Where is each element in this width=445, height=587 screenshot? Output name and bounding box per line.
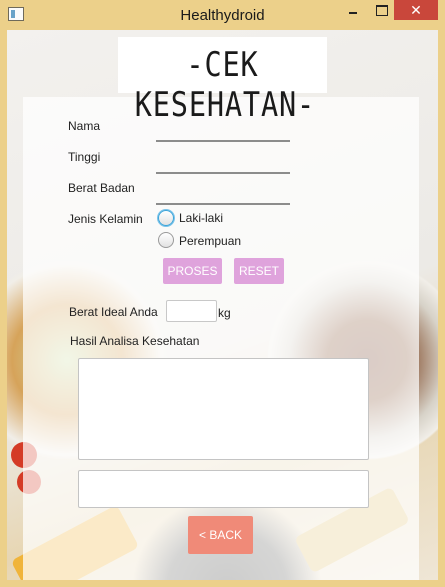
radio-laki-laki[interactable] — [158, 210, 174, 226]
tinggi-label: Tinggi — [68, 150, 101, 164]
minimize-icon[interactable] — [340, 0, 366, 20]
proses-button[interactable]: PROSES — [163, 258, 222, 284]
close-icon[interactable]: ✕ — [394, 0, 438, 20]
tinggi-input[interactable] — [156, 154, 290, 174]
nama-input[interactable] — [156, 122, 290, 142]
hasil-analisa-field[interactable] — [78, 470, 369, 508]
berat-ideal-field[interactable] — [166, 300, 217, 322]
nama-label: Nama — [68, 119, 101, 133]
reset-button[interactable]: RESET — [234, 258, 284, 284]
maximize-icon[interactable] — [368, 0, 394, 20]
berat-badan-input[interactable] — [156, 185, 290, 205]
radio-perempuan[interactable] — [158, 232, 174, 248]
jenis-kelamin-label: Jenis Kelamin — [68, 212, 143, 226]
logo-title: -CEK KESEHATAN- — [134, 45, 316, 125]
radio-perempuan-label[interactable]: Perempuan — [179, 234, 241, 248]
radio-laki-laki-label[interactable]: Laki-laki — [179, 211, 223, 225]
app-window: Healthydroid ✕ -CEK KESEHATAN- Nama Ting… — [0, 0, 445, 587]
content-pane: -CEK KESEHATAN- Nama Tinggi Berat Badan … — [7, 30, 438, 580]
hasil-analisa-textarea[interactable] — [78, 358, 369, 460]
logo-banner: -CEK KESEHATAN- — [118, 37, 327, 125]
kg-unit-label: kg — [218, 306, 231, 320]
berat-badan-label: Berat Badan — [68, 181, 135, 195]
hasil-analisa-label: Hasil Analisa Kesehatan — [70, 334, 200, 348]
berat-ideal-label: Berat Ideal Anda — [69, 305, 158, 319]
back-button[interactable]: < BACK — [188, 516, 253, 554]
title-bar[interactable]: Healthydroid ✕ — [0, 0, 445, 30]
